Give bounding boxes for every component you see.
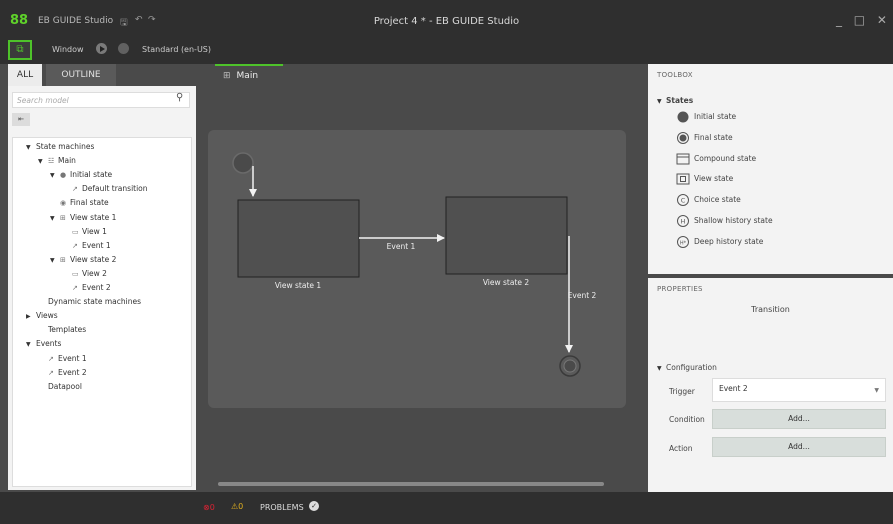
configuration-section[interactable]: ▼ Configuration [657,363,717,372]
toolbox-group-label: States [666,96,694,105]
toolbox-item[interactable]: Final state [676,131,733,144]
trigger-value: Event 2 [719,384,748,393]
properties-subject: Transition [751,305,790,314]
toolbox-item-label: Shallow history state [694,216,773,225]
choice-state-icon: C [676,194,690,207]
toolbox-item[interactable]: H* Deep history state [676,235,764,248]
toolbox-item-label: Deep history state [694,236,764,246]
event-2-label: Event 2 [568,291,597,300]
action-label: Action [669,444,693,453]
error-count[interactable]: ⊗0 [203,503,215,512]
toolbox-item[interactable]: Compound state [676,153,756,165]
view-state-icon [676,173,690,185]
deep-history-icon: H* [676,235,690,248]
trigger-select[interactable]: Event 2 ▼ [712,378,886,402]
view-state-1-label: View state 1 [275,281,322,290]
toolbox-item[interactable]: View state [676,173,733,185]
view-state-2-label: View state 2 [483,278,530,287]
trigger-label: Trigger [669,387,695,396]
toolbox-item-label: Choice state [694,195,741,205]
toolbox-item-label: Compound state [694,153,757,163]
warning-count-value: 0 [238,502,244,511]
properties-title: PROPERTIES [657,285,703,293]
initial-state-node[interactable] [232,152,254,174]
toolbox-group-states[interactable]: ▼ States [657,96,693,105]
event-1-label: Event 1 [387,242,416,251]
check-icon: ✓ [309,501,319,511]
warning-count[interactable]: ⚠0 [231,502,243,511]
problems-label[interactable]: PROBLEMS [260,503,304,512]
view-state-2-node[interactable] [445,196,568,275]
shallow-history-icon: H [676,215,690,227]
toolbox-item-label: Final state [694,132,733,142]
toolbox-item-label: Initial state [694,112,737,121]
action-add-button[interactable]: Add... [712,437,886,457]
final-state-icon [676,131,690,144]
error-count-value: 0 [209,503,215,512]
svg-text:C: C [681,197,686,205]
status-bar [0,492,893,524]
horizontal-scrollbar[interactable] [218,482,604,486]
toolbox-item[interactable]: H Shallow history state [676,215,773,227]
view-state-1-node[interactable] [237,199,360,278]
configuration-label: Configuration [666,363,717,372]
condition-label: Condition [669,415,705,424]
toolbox-item-label: View state [694,174,734,184]
compound-state-icon [676,153,690,165]
toolbox-item[interactable]: C Choice state [676,194,741,207]
toolbox-item[interactable]: Initial state [676,111,736,123]
chevron-down-icon: ▼ [874,387,879,394]
condition-add-button[interactable]: Add... [712,409,886,429]
svg-text:H: H [681,218,686,226]
initial-state-icon [676,111,690,123]
svg-text:H*: H* [680,240,687,246]
toolbox-title: TOOLBOX [657,71,693,79]
final-state-inner [563,359,577,373]
